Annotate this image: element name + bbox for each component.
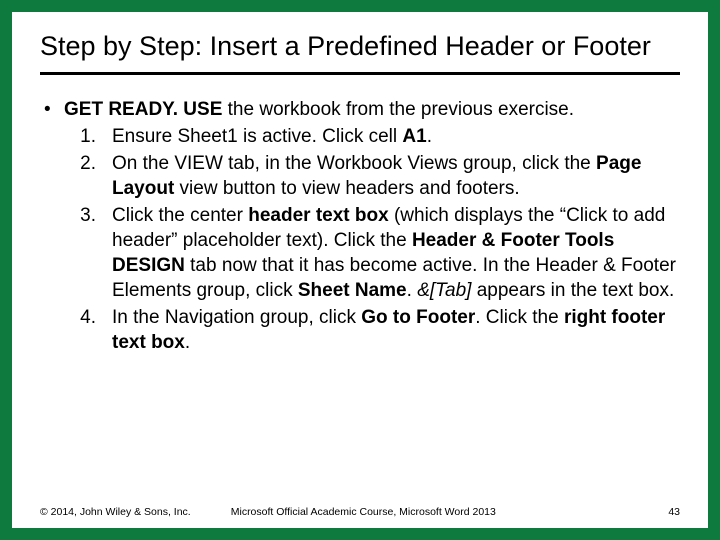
b: header text box bbox=[248, 205, 388, 226]
step-text: In the Navigation group, click Go to Foo… bbox=[112, 305, 680, 355]
slide-title: Step by Step: Insert a Predefined Header… bbox=[40, 30, 680, 64]
b: A1 bbox=[402, 126, 426, 147]
step-number: 4. bbox=[40, 305, 112, 355]
step-row: 1. Ensure Sheet1 is active. Click cell A… bbox=[40, 124, 680, 149]
t: . bbox=[427, 126, 432, 147]
step-row: 3. Click the center header text box (whi… bbox=[40, 203, 680, 303]
t: . Click the bbox=[475, 307, 564, 328]
step-text: Click the center header text box (which … bbox=[112, 203, 680, 303]
step-number: 1. bbox=[40, 124, 112, 149]
footer-course: Microsoft Official Academic Course, Micr… bbox=[231, 506, 669, 518]
t: On the VIEW tab, in the Workbook Views g… bbox=[112, 153, 596, 174]
content-area: • GET READY. USE the workbook from the p… bbox=[40, 97, 680, 356]
bullet-mark: • bbox=[40, 97, 64, 122]
title-underline bbox=[40, 72, 680, 75]
lead-rest: the workbook from the previous exercise. bbox=[222, 99, 574, 120]
step-text: On the VIEW tab, in the Workbook Views g… bbox=[112, 151, 680, 201]
t: Ensure Sheet1 is active. Click cell bbox=[112, 126, 402, 147]
i: &[Tab] bbox=[417, 280, 471, 301]
step-number: 3. bbox=[40, 203, 112, 303]
b: Go to Footer bbox=[361, 307, 475, 328]
step-row: 2. On the VIEW tab, in the Workbook View… bbox=[40, 151, 680, 201]
t: In the Navigation group, click bbox=[112, 307, 361, 328]
slide-inner: Step by Step: Insert a Predefined Header… bbox=[12, 12, 708, 528]
t: . bbox=[185, 332, 190, 353]
lead-bullet-row: • GET READY. USE the workbook from the p… bbox=[40, 97, 680, 122]
lead-text: GET READY. USE the workbook from the pre… bbox=[64, 97, 680, 122]
step-row: 4. In the Navigation group, click Go to … bbox=[40, 305, 680, 355]
b: Sheet Name bbox=[298, 280, 407, 301]
lead-bold: GET READY. USE bbox=[64, 99, 222, 120]
footer-page-number: 43 bbox=[668, 506, 680, 518]
t: . bbox=[407, 280, 418, 301]
footer-copyright: © 2014, John Wiley & Sons, Inc. bbox=[40, 506, 191, 518]
step-text: Ensure Sheet1 is active. Click cell A1. bbox=[112, 124, 680, 149]
slide-footer: © 2014, John Wiley & Sons, Inc. Microsof… bbox=[40, 506, 680, 518]
slide-frame: Step by Step: Insert a Predefined Header… bbox=[0, 0, 720, 540]
t: view button to view headers and footers. bbox=[174, 178, 519, 199]
t: appears in the text box. bbox=[471, 280, 674, 301]
t: Click the center bbox=[112, 205, 248, 226]
step-number: 2. bbox=[40, 151, 112, 201]
